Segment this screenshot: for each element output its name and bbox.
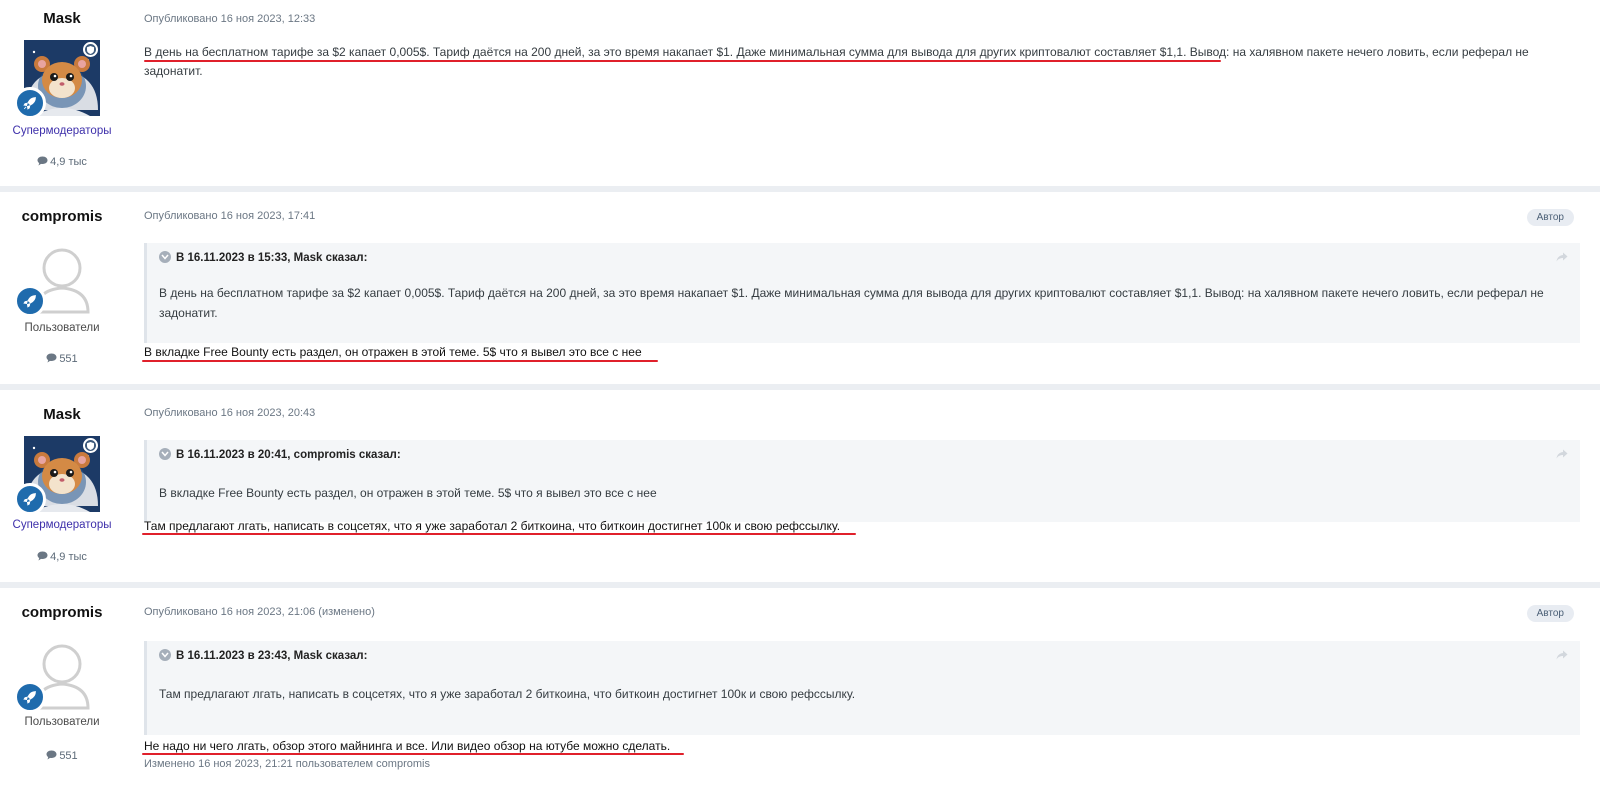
share-icon[interactable]	[1556, 650, 1568, 660]
rocket-icon	[14, 483, 46, 515]
post-count-value: 551	[59, 750, 78, 762]
red-underline	[144, 60, 1221, 62]
post-count: 551	[0, 750, 124, 762]
comment-icon	[46, 750, 57, 760]
chevron-down-icon[interactable]	[159, 448, 171, 460]
quote-author-line: В 16.11.2023 в 23:43, Mask сказал:	[176, 650, 368, 662]
comment-icon	[46, 353, 57, 363]
quote-text: В вкладке Free Bounty есть раздел, он от…	[159, 486, 657, 500]
post-count: 4,9 тыс	[0, 156, 124, 168]
user-group-label: Супермодераторы	[12, 519, 112, 531]
avatar[interactable]	[14, 238, 100, 317]
post-date[interactable]: Опубликовано 16 ноя 2023, 20:43	[144, 407, 315, 419]
rocket-icon	[14, 87, 46, 119]
quote-header[interactable]: В 16.11.2023 в 15:33, Mask сказал:	[147, 243, 1580, 274]
quote-text: Там предлагают лгать, написать в соцсетя…	[159, 687, 856, 701]
avatar[interactable]	[14, 436, 100, 515]
post-date[interactable]: Опубликовано 16 ноя 2023, 17:41	[144, 210, 315, 222]
user-group-label: Супермодераторы	[12, 125, 112, 137]
post-body: В вкладке Free Bounty есть раздел, он от…	[144, 345, 642, 359]
author-name-link[interactable]: compromis	[0, 208, 124, 226]
rocket-icon	[14, 285, 46, 317]
quote-author-line: В 16.11.2023 в 20:41, compromis сказал:	[176, 449, 401, 461]
user-group-label: Пользователи	[24, 322, 100, 334]
quote-header[interactable]: В 16.11.2023 в 20:41, compromis сказал:	[147, 440, 1580, 471]
avatar[interactable]	[14, 40, 100, 119]
post-count: 551	[0, 353, 124, 365]
author-panel: Mask	[0, 0, 124, 28]
author-panel: compromis	[0, 588, 124, 622]
author-panel: compromis	[0, 192, 124, 226]
edited-note: Изменено 16 ноя 2023, 21:21 пользователе…	[144, 758, 430, 770]
quote-block: В 16.11.2023 в 23:43, Mask сказал: Там п…	[144, 641, 1580, 735]
quote-author-line: В 16.11.2023 в 15:33, Mask сказал:	[176, 252, 368, 264]
share-icon[interactable]	[1556, 449, 1568, 459]
post-count: 4,9 тыс	[0, 551, 124, 563]
author-badge: Автор	[1526, 605, 1574, 622]
post-date[interactable]: Опубликовано 16 ноя 2023, 21:06 (изменен…	[144, 606, 375, 618]
forum-post: compromis Пользователи 551 Опубликовано …	[0, 588, 1600, 804]
author-name-link[interactable]: compromis	[0, 604, 124, 622]
chevron-down-icon[interactable]	[159, 251, 171, 263]
author-name-link[interactable]: Mask	[0, 10, 124, 28]
rocket-icon	[14, 681, 46, 713]
red-underline	[142, 533, 856, 535]
author-name-link[interactable]: Mask	[0, 406, 124, 424]
red-underline	[142, 360, 658, 362]
post-list: Mask Супермодераторы 4,9 тыс Опубликован…	[0, 0, 1600, 804]
user-group-label: Пользователи	[24, 716, 100, 728]
shield-icon	[83, 42, 98, 57]
shield-icon	[83, 438, 98, 453]
author-badge: Автор	[1526, 209, 1574, 226]
forum-post: Mask Супермодераторы 4,9 тыс Опубликован…	[0, 0, 1600, 186]
share-icon[interactable]	[1556, 252, 1568, 262]
post-count-value: 551	[59, 353, 78, 365]
avatar[interactable]	[14, 634, 100, 713]
red-underline	[142, 753, 684, 755]
post-date[interactable]: Опубликовано 16 ноя 2023, 12:33	[144, 13, 315, 25]
forum-post: Mask Супермодераторы 4,9 тыс Опубликован…	[0, 390, 1600, 582]
comment-icon	[37, 551, 48, 561]
author-panel: Mask	[0, 390, 124, 424]
quote-block: В 16.11.2023 в 20:41, compromis сказал: …	[144, 440, 1580, 522]
comment-icon	[37, 156, 48, 166]
forum-post: compromis Пользователи 551 Опубликовано …	[0, 192, 1600, 384]
quote-block: В 16.11.2023 в 15:33, Mask сказал: В ден…	[144, 243, 1580, 343]
post-count-value: 4,9 тыс	[50, 551, 87, 563]
quote-header[interactable]: В 16.11.2023 в 23:43, Mask сказал:	[147, 641, 1580, 672]
quote-text: В день на бесплатном тарифе за $2 капает…	[159, 286, 1544, 320]
chevron-down-icon[interactable]	[159, 649, 171, 661]
post-count-value: 4,9 тыс	[50, 156, 87, 168]
